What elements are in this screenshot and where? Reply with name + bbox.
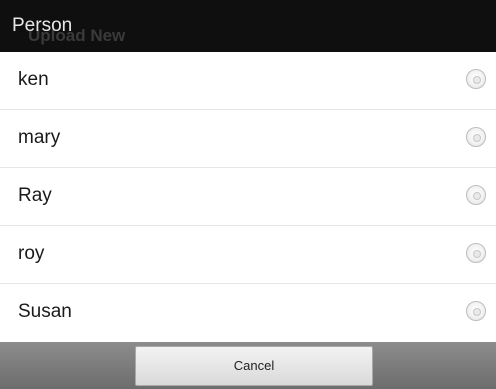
radio-dot-icon: [473, 308, 481, 316]
radio-button-icon[interactable]: [466, 301, 486, 321]
option-label: roy: [18, 243, 45, 264]
dialog-title: Person: [12, 15, 73, 36]
option-label: Susan: [18, 301, 72, 322]
radio-dot-icon: [473, 134, 481, 142]
person-picker-dialog: Upload New Person ken mary Ray roy Susan…: [0, 0, 496, 389]
radio-dot-icon: [473, 76, 481, 84]
radio-button-icon[interactable]: [466, 185, 486, 205]
radio-button-icon[interactable]: [466, 127, 486, 147]
radio-button-icon[interactable]: [466, 69, 486, 89]
dialog-title-bar: Upload New Person: [0, 0, 496, 52]
radio-button-icon[interactable]: [466, 243, 486, 263]
option-row-ken[interactable]: ken: [0, 52, 496, 110]
option-row-mary[interactable]: mary: [0, 110, 496, 168]
option-row-susan[interactable]: Susan: [0, 284, 496, 341]
option-row-ray[interactable]: Ray: [0, 168, 496, 226]
radio-dot-icon: [473, 250, 481, 258]
cancel-button[interactable]: Cancel: [135, 346, 373, 386]
option-row-roy[interactable]: roy: [0, 226, 496, 284]
radio-dot-icon: [473, 192, 481, 200]
option-label: Ray: [18, 185, 52, 206]
dialog-button-bar: Cancel: [0, 342, 496, 389]
option-label: mary: [18, 127, 61, 148]
person-option-list: ken mary Ray roy Susan: [0, 52, 496, 342]
option-label: ken: [18, 69, 49, 90]
